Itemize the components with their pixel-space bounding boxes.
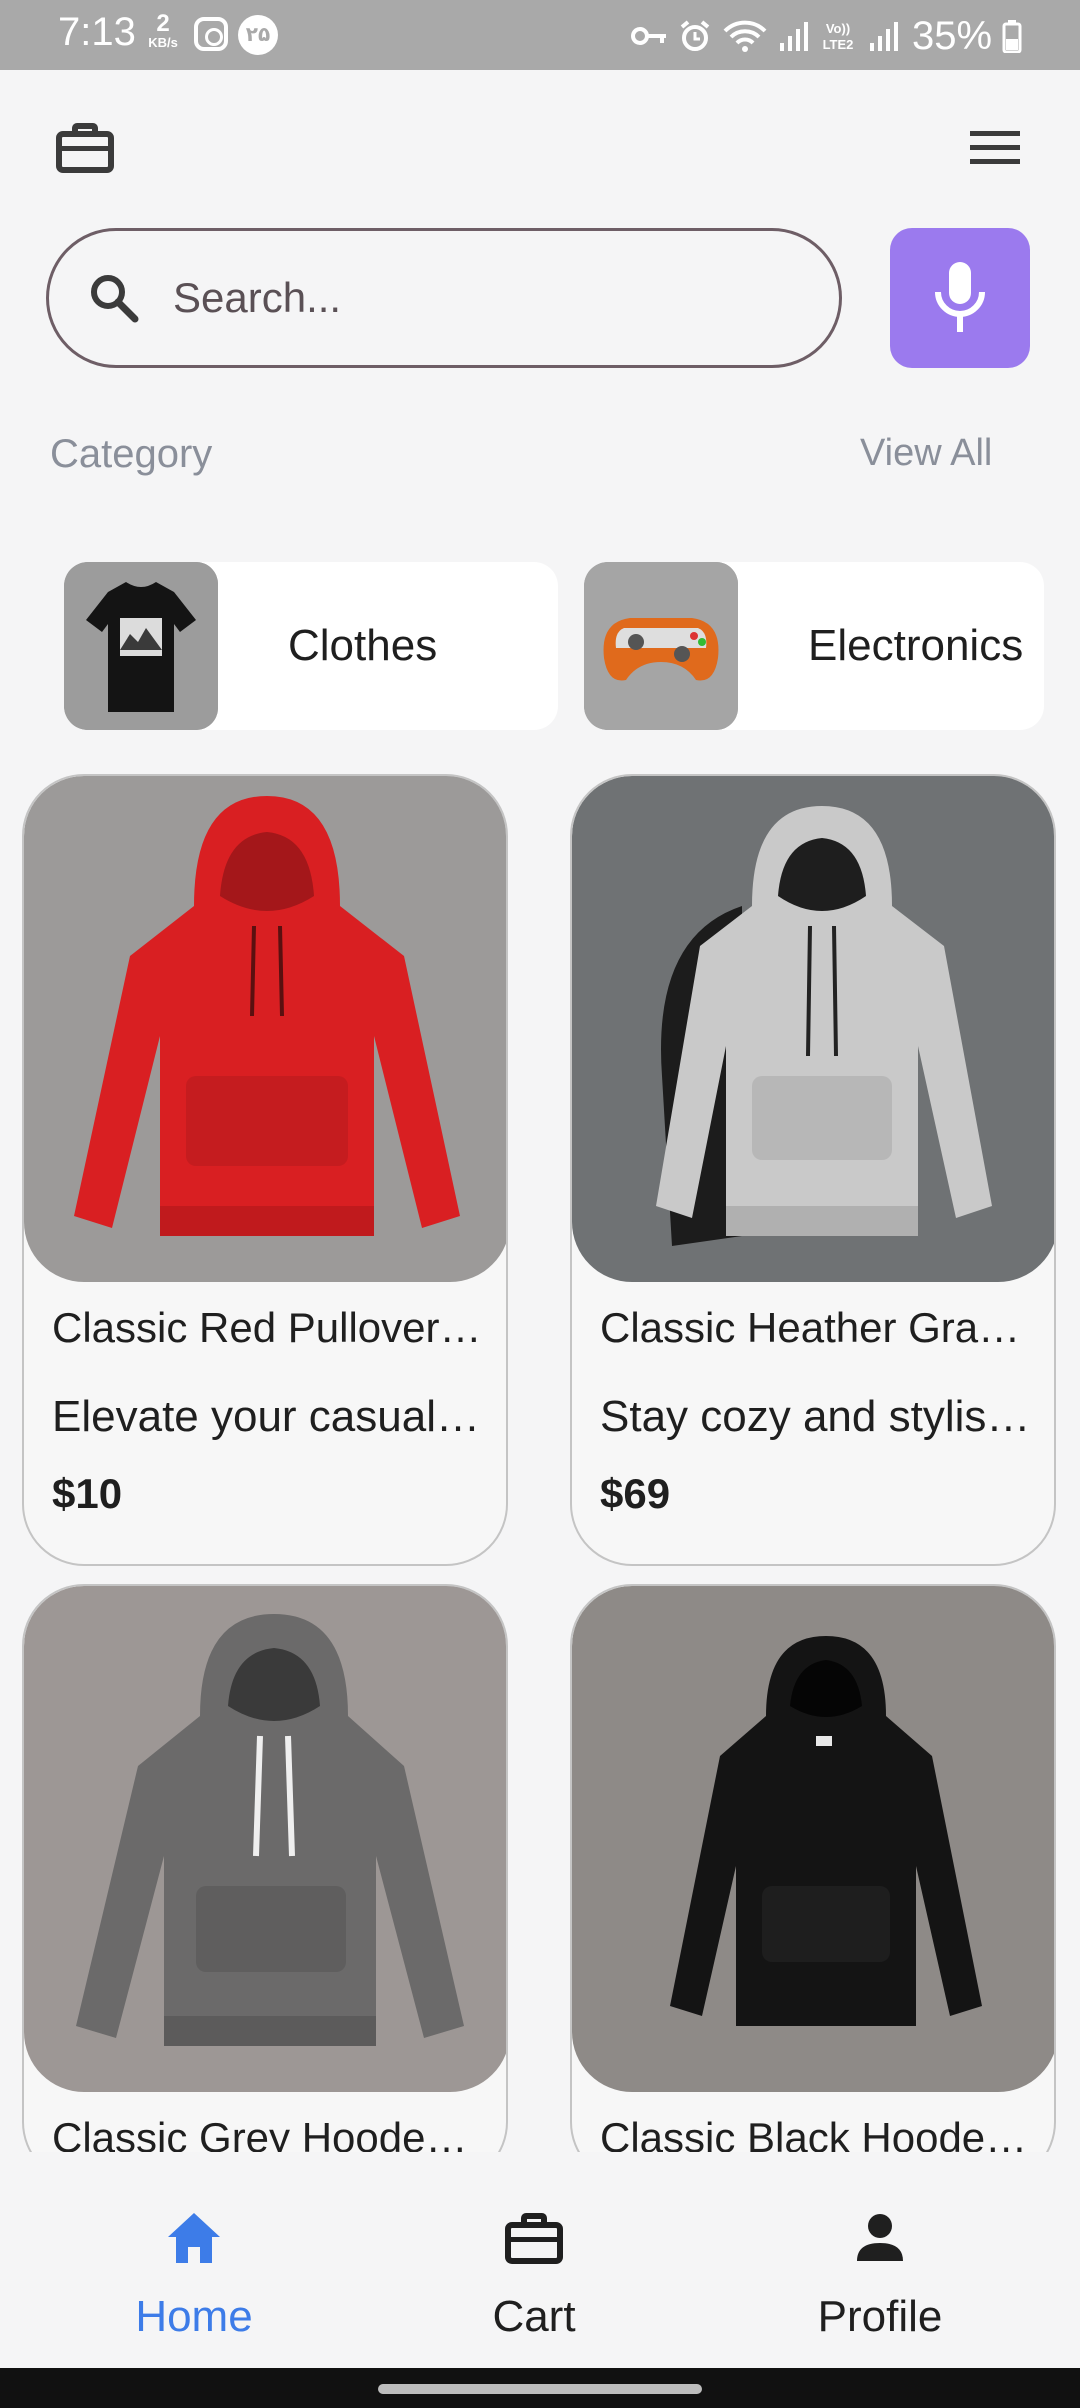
status-time: 7:13	[58, 10, 136, 54]
search-input[interactable]: Search...	[46, 228, 842, 368]
category-chip-electronics[interactable]: Electronics	[584, 562, 1044, 730]
svg-text:Vo)): Vo))	[826, 21, 850, 36]
home-gesture-handle[interactable]	[378, 2384, 702, 2394]
bottom-navigation: Home Cart Profile	[0, 2152, 1080, 2368]
alarm-icon	[680, 20, 710, 51]
briefcase-icon	[56, 123, 114, 173]
product-price: $10	[52, 1470, 123, 1517]
nav-item-cart[interactable]: Cart	[384, 2152, 684, 2368]
product-description: Stay cozy and stylis…	[600, 1392, 1031, 1441]
category-label-clothes: Clothes	[288, 621, 438, 670]
network-speed-unit: KB/s	[148, 35, 178, 50]
network-speed-value: 2	[156, 10, 170, 37]
product-title: Classic Heather Gra…	[600, 1304, 1021, 1351]
network-speed: 2 KB/s	[142, 10, 184, 50]
product-card[interactable]: Classic Black Hoode…	[570, 1584, 1056, 2184]
view-all-link[interactable]: View All	[860, 432, 992, 475]
key-icon	[631, 27, 666, 45]
briefcase-icon	[505, 2213, 563, 2264]
status-icons: Vo)) LTE2 35%	[630, 14, 1022, 58]
search-icon	[91, 275, 139, 323]
nav-item-home[interactable]: Home	[44, 2152, 344, 2368]
briefcase-button[interactable]	[50, 118, 120, 178]
product-image	[572, 1586, 1054, 2092]
home-icon	[168, 2213, 220, 2263]
wifi-icon	[723, 20, 767, 52]
microphone-icon	[935, 262, 985, 332]
gesture-bar	[0, 2368, 1080, 2408]
signal-icon	[780, 22, 808, 51]
volte-icon: Vo))LTE2	[823, 21, 854, 52]
instagram-icon	[194, 17, 228, 51]
person-icon	[857, 2214, 903, 2261]
nav-label-profile: Profile	[817, 2292, 943, 2341]
category-label-electronics: Electronics	[808, 621, 1024, 670]
product-image	[572, 776, 1054, 1282]
notification-badge: ۲۵	[238, 15, 278, 55]
product-image	[24, 1586, 506, 2092]
product-image	[24, 776, 506, 1282]
product-price: $69	[600, 1470, 671, 1517]
product-title: Classic Red Pullover…	[52, 1304, 482, 1351]
app-root: { "status_bar": { "time": "7:13", "net_s…	[0, 0, 1080, 2408]
nav-label-home: Home	[135, 2292, 253, 2341]
product-card[interactable]: Classic Heather Gra… Stay cozy and styli…	[570, 774, 1056, 1566]
product-card[interactable]: Classic Red Pullover… Elevate your casua…	[22, 774, 508, 1566]
category-title: Category	[50, 432, 213, 476]
menu-button[interactable]	[962, 118, 1028, 178]
signal-icon-2	[870, 22, 898, 51]
svg-text:LTE2: LTE2	[823, 37, 854, 52]
voice-search-button[interactable]	[890, 228, 1030, 368]
search-placeholder: Search...	[173, 274, 342, 321]
category-image-clothes	[64, 562, 218, 730]
battery-percent: 35%	[912, 13, 993, 58]
nav-label-cart: Cart	[492, 2292, 576, 2341]
product-card[interactable]: Classic Grey Hoode…	[22, 1584, 508, 2184]
menu-icon	[970, 131, 1020, 164]
category-chip-clothes[interactable]: Clothes	[64, 562, 558, 730]
status-bar: 7:13 2 KB/s ۲۵ Vo)) LTE2 35%	[0, 0, 1080, 70]
nav-item-profile[interactable]: Profile	[730, 2152, 1030, 2368]
product-description: Elevate your casual …	[52, 1392, 492, 1441]
category-image-electronics	[584, 562, 738, 730]
battery-icon	[1002, 20, 1022, 53]
